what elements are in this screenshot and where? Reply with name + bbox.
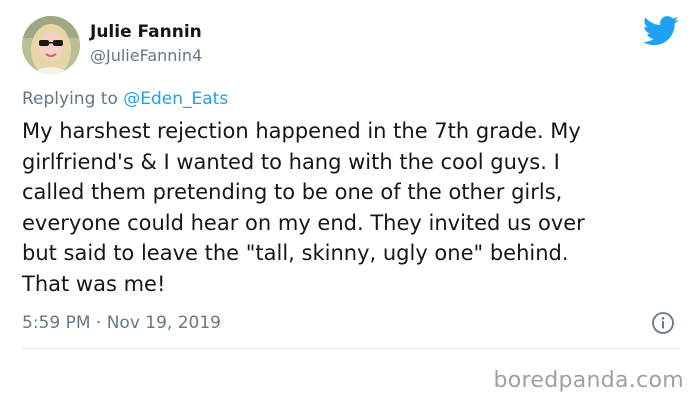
- replying-to-label: Replying to: [22, 89, 124, 109]
- tweet-text-line: girlfriend's & I wanted to hang with the…: [22, 149, 560, 174]
- replying-to: Replying to @Eden_Eats: [22, 88, 228, 110]
- author-handle[interactable]: @JulieFannin4: [90, 46, 202, 66]
- tweet-text-line: but said to leave the "tall, skinny, ugl…: [22, 241, 569, 265]
- info-icon[interactable]: [651, 311, 675, 335]
- tweet-text-line: My harshest rejection happened in the 7t…: [22, 119, 581, 143]
- tweet-divider: [22, 348, 679, 349]
- tweet-card: Julie Fannin @JulieFannin4 Replying to @…: [0, 0, 700, 360]
- tweet-text-line: everyone could hear on my end. They invi…: [22, 210, 585, 235]
- tweet-text: My harshest rejection happened in the 7t…: [22, 116, 692, 299]
- twitter-bird-icon[interactable]: [643, 16, 679, 46]
- page: Julie Fannin @JulieFannin4 Replying to @…: [0, 0, 700, 402]
- tweet-text-line: That was me!: [22, 271, 166, 296]
- tweet-text-line: called them pretending to be one of the …: [22, 180, 563, 204]
- reply-mention-link[interactable]: @Eden_Eats: [123, 89, 228, 109]
- author-name[interactable]: Julie Fannin: [90, 22, 202, 42]
- tweet-timestamp[interactable]: 5:59 PM · Nov 19, 2019: [22, 312, 221, 334]
- avatar[interactable]: [22, 16, 80, 74]
- watermark: boredpanda.com: [493, 368, 684, 393]
